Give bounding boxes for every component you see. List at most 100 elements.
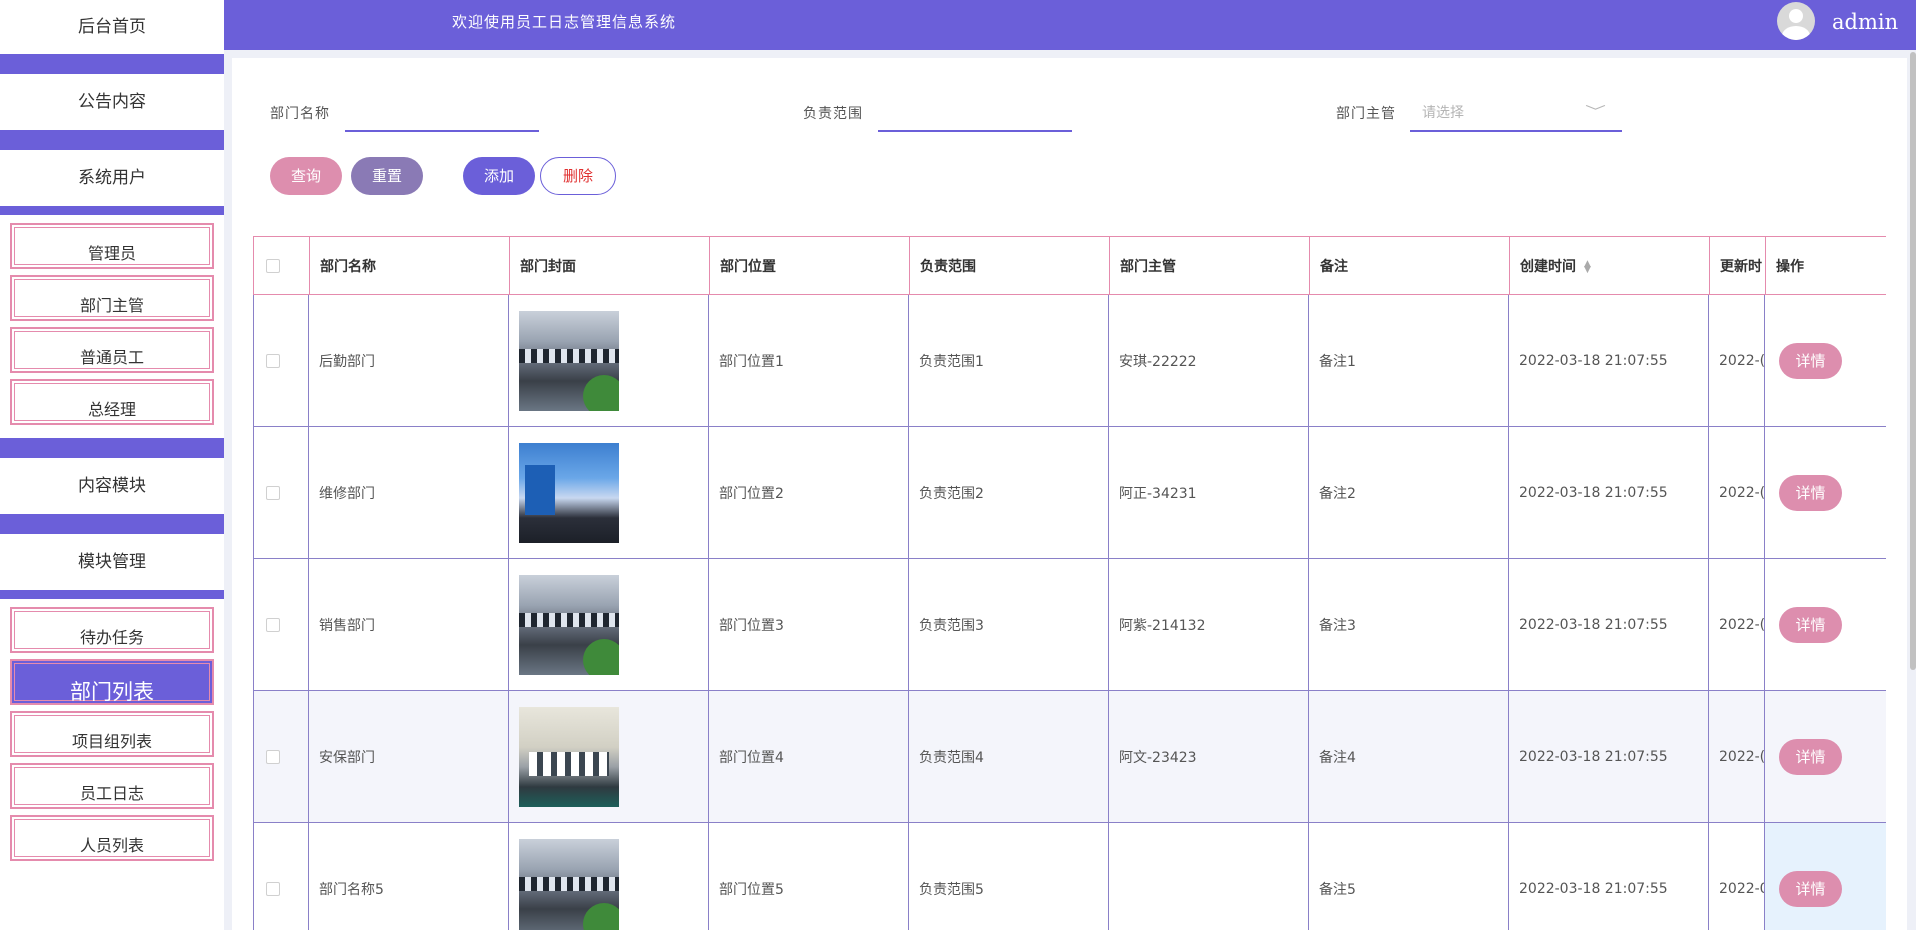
detail-button[interactable]: 详情 [1779, 342, 1842, 379]
table-row: 安保部门 部门位置4 负责范围4 阿文-23423 备注4 2022-03-18… [253, 691, 1886, 823]
cell-scope: 负责范围1 [908, 295, 1108, 426]
reset-button[interactable]: 重置 [351, 157, 423, 195]
department-cover-image [519, 442, 619, 543]
department-cover-image [519, 310, 619, 411]
sidebar-item-personnel[interactable]: 人员列表 [10, 815, 214, 861]
cell-scope: 负责范围3 [908, 559, 1108, 690]
row-select-cell [253, 427, 308, 558]
cell-location: 部门位置1 [708, 295, 908, 426]
cell-remark: 备注5 [1308, 823, 1508, 930]
page-scrollbar[interactable] [1910, 52, 1916, 670]
query-button[interactable]: 查询 [270, 157, 342, 195]
cell-name: 维修部门 [308, 427, 508, 558]
sidebar-item-staff[interactable]: 普通员工 [10, 327, 214, 373]
cell-created: 2022-03-18 21:07:55 [1508, 295, 1708, 426]
department-cover-image [519, 574, 619, 675]
cell-ops: 详情 [1764, 427, 1886, 558]
header-manager: 部门主管 [1109, 237, 1309, 294]
header-created[interactable]: 创建时间 ▲ ▼ [1509, 237, 1709, 294]
cell-remark: 备注3 [1308, 559, 1508, 690]
select-all-cell [254, 237, 309, 294]
row-select-cell [253, 823, 308, 930]
row-select-cell [253, 559, 308, 690]
row-checkbox[interactable] [266, 353, 280, 368]
department-cover-image [519, 706, 619, 807]
menu-module-manage[interactable]: 模块管理 [0, 534, 224, 590]
cell-manager: 安琪-22222 [1108, 295, 1308, 426]
cell-manager: 阿紫-214132 [1108, 559, 1308, 690]
sidebar-item-admin[interactable]: 管理员 [10, 223, 214, 269]
header-remark: 备注 [1309, 237, 1509, 294]
cell-ops: 详情 [1764, 295, 1886, 426]
cell-cover [508, 559, 708, 690]
detail-button[interactable]: 详情 [1779, 738, 1842, 775]
menu-system-users[interactable]: 系统用户 [0, 150, 224, 206]
cell-updated: 2022-( [1708, 691, 1764, 822]
header-scope: 负责范围 [909, 237, 1109, 294]
sidebar-item-dept-list[interactable]: 部门列表 [10, 659, 214, 705]
cell-updated: 2022-( [1708, 559, 1764, 690]
department-table: 部门名称 部门封面 部门位置 负责范围 部门主管 备注 创建时间 ▲ ▼ 更新时 操… [253, 236, 1886, 930]
row-checkbox[interactable] [266, 485, 280, 500]
header-ops: 操作 [1765, 237, 1886, 294]
sidebar-item-project-groups[interactable]: 项目组列表 [10, 711, 214, 757]
row-checkbox[interactable] [266, 881, 280, 896]
cell-created: 2022-03-18 21:07:55 [1508, 559, 1708, 690]
delete-button[interactable]: 删除 [540, 157, 616, 195]
cell-ops: 详情 [1764, 559, 1886, 690]
header-location: 部门位置 [709, 237, 909, 294]
top-header: 欢迎使用员工日志管理信息系统 admin [224, 0, 1916, 50]
cell-scope: 负责范围2 [908, 427, 1108, 558]
detail-button[interactable]: 详情 [1779, 870, 1842, 907]
cell-ops: 详情 [1764, 823, 1886, 930]
sidebar-item-employee-log[interactable]: 员工日志 [10, 763, 214, 809]
add-button[interactable]: 添加 [463, 157, 535, 195]
sidebar-item-dept-manager[interactable]: 部门主管 [10, 275, 214, 321]
row-select-cell [253, 691, 308, 822]
manager-label: 部门主管 [1336, 106, 1396, 122]
menu-divider [0, 514, 224, 534]
menu-notice[interactable]: 公告内容 [0, 74, 224, 130]
cell-manager: 阿文-23423 [1108, 691, 1308, 822]
row-select-cell [253, 295, 308, 426]
table-header: 部门名称 部门封面 部门位置 负责范围 部门主管 备注 创建时间 ▲ ▼ 更新时 操… [253, 236, 1886, 295]
header-name: 部门名称 [309, 237, 509, 294]
sidebar-item-todo[interactable]: 待办任务 [10, 607, 214, 653]
username[interactable]: admin [1832, 0, 1898, 44]
header-updated: 更新时 [1709, 237, 1765, 294]
cell-updated: 2022-( [1708, 427, 1764, 558]
cell-manager [1108, 823, 1308, 930]
cell-updated: 2022-03-18 21:07:55 [1708, 823, 1764, 930]
welcome-text: 欢迎使用员工日志管理信息系统 [452, 13, 677, 31]
cell-cover [508, 691, 708, 822]
row-checkbox[interactable] [266, 749, 280, 764]
cell-manager: 阿正-34231 [1108, 427, 1308, 558]
cell-location: 部门位置2 [708, 427, 908, 558]
dept-name-label: 部门名称 [270, 106, 330, 122]
table-row: 部门名称5 部门位置5 负责范围5 备注5 2022-03-18 21:07:5… [253, 823, 1886, 930]
manager-select[interactable]: 请选择 ﹀ [1410, 90, 1622, 132]
detail-button[interactable]: 详情 [1779, 474, 1842, 511]
cell-scope: 负责范围5 [908, 823, 1108, 930]
dept-name-input[interactable] [345, 90, 539, 132]
cell-remark: 备注2 [1308, 427, 1508, 558]
header-cover: 部门封面 [509, 237, 709, 294]
scope-input[interactable] [878, 90, 1072, 132]
menu-divider [0, 54, 224, 74]
row-checkbox[interactable] [266, 617, 280, 632]
menu-content-module[interactable]: 内容模块 [0, 458, 224, 514]
table-row: 维修部门 部门位置2 负责范围2 阿正-34231 备注2 2022-03-18… [253, 427, 1886, 559]
menu-divider [0, 438, 224, 458]
chevron-down-icon: ﹀ [1585, 105, 1606, 120]
detail-button[interactable]: 详情 [1779, 606, 1842, 643]
avatar-icon[interactable] [1777, 2, 1815, 40]
sort-icon[interactable]: ▲ ▼ [1584, 259, 1591, 274]
cell-name: 后勤部门 [308, 295, 508, 426]
cell-created: 2022-03-18 21:07:55 [1508, 823, 1708, 930]
scope-label: 负责范围 [803, 106, 863, 122]
menu-home[interactable]: 后台首页 [0, 0, 224, 54]
sidebar-item-gm[interactable]: 总经理 [10, 379, 214, 425]
cell-name: 销售部门 [308, 559, 508, 690]
select-all-checkbox[interactable] [266, 258, 280, 273]
menu-divider [0, 130, 224, 150]
